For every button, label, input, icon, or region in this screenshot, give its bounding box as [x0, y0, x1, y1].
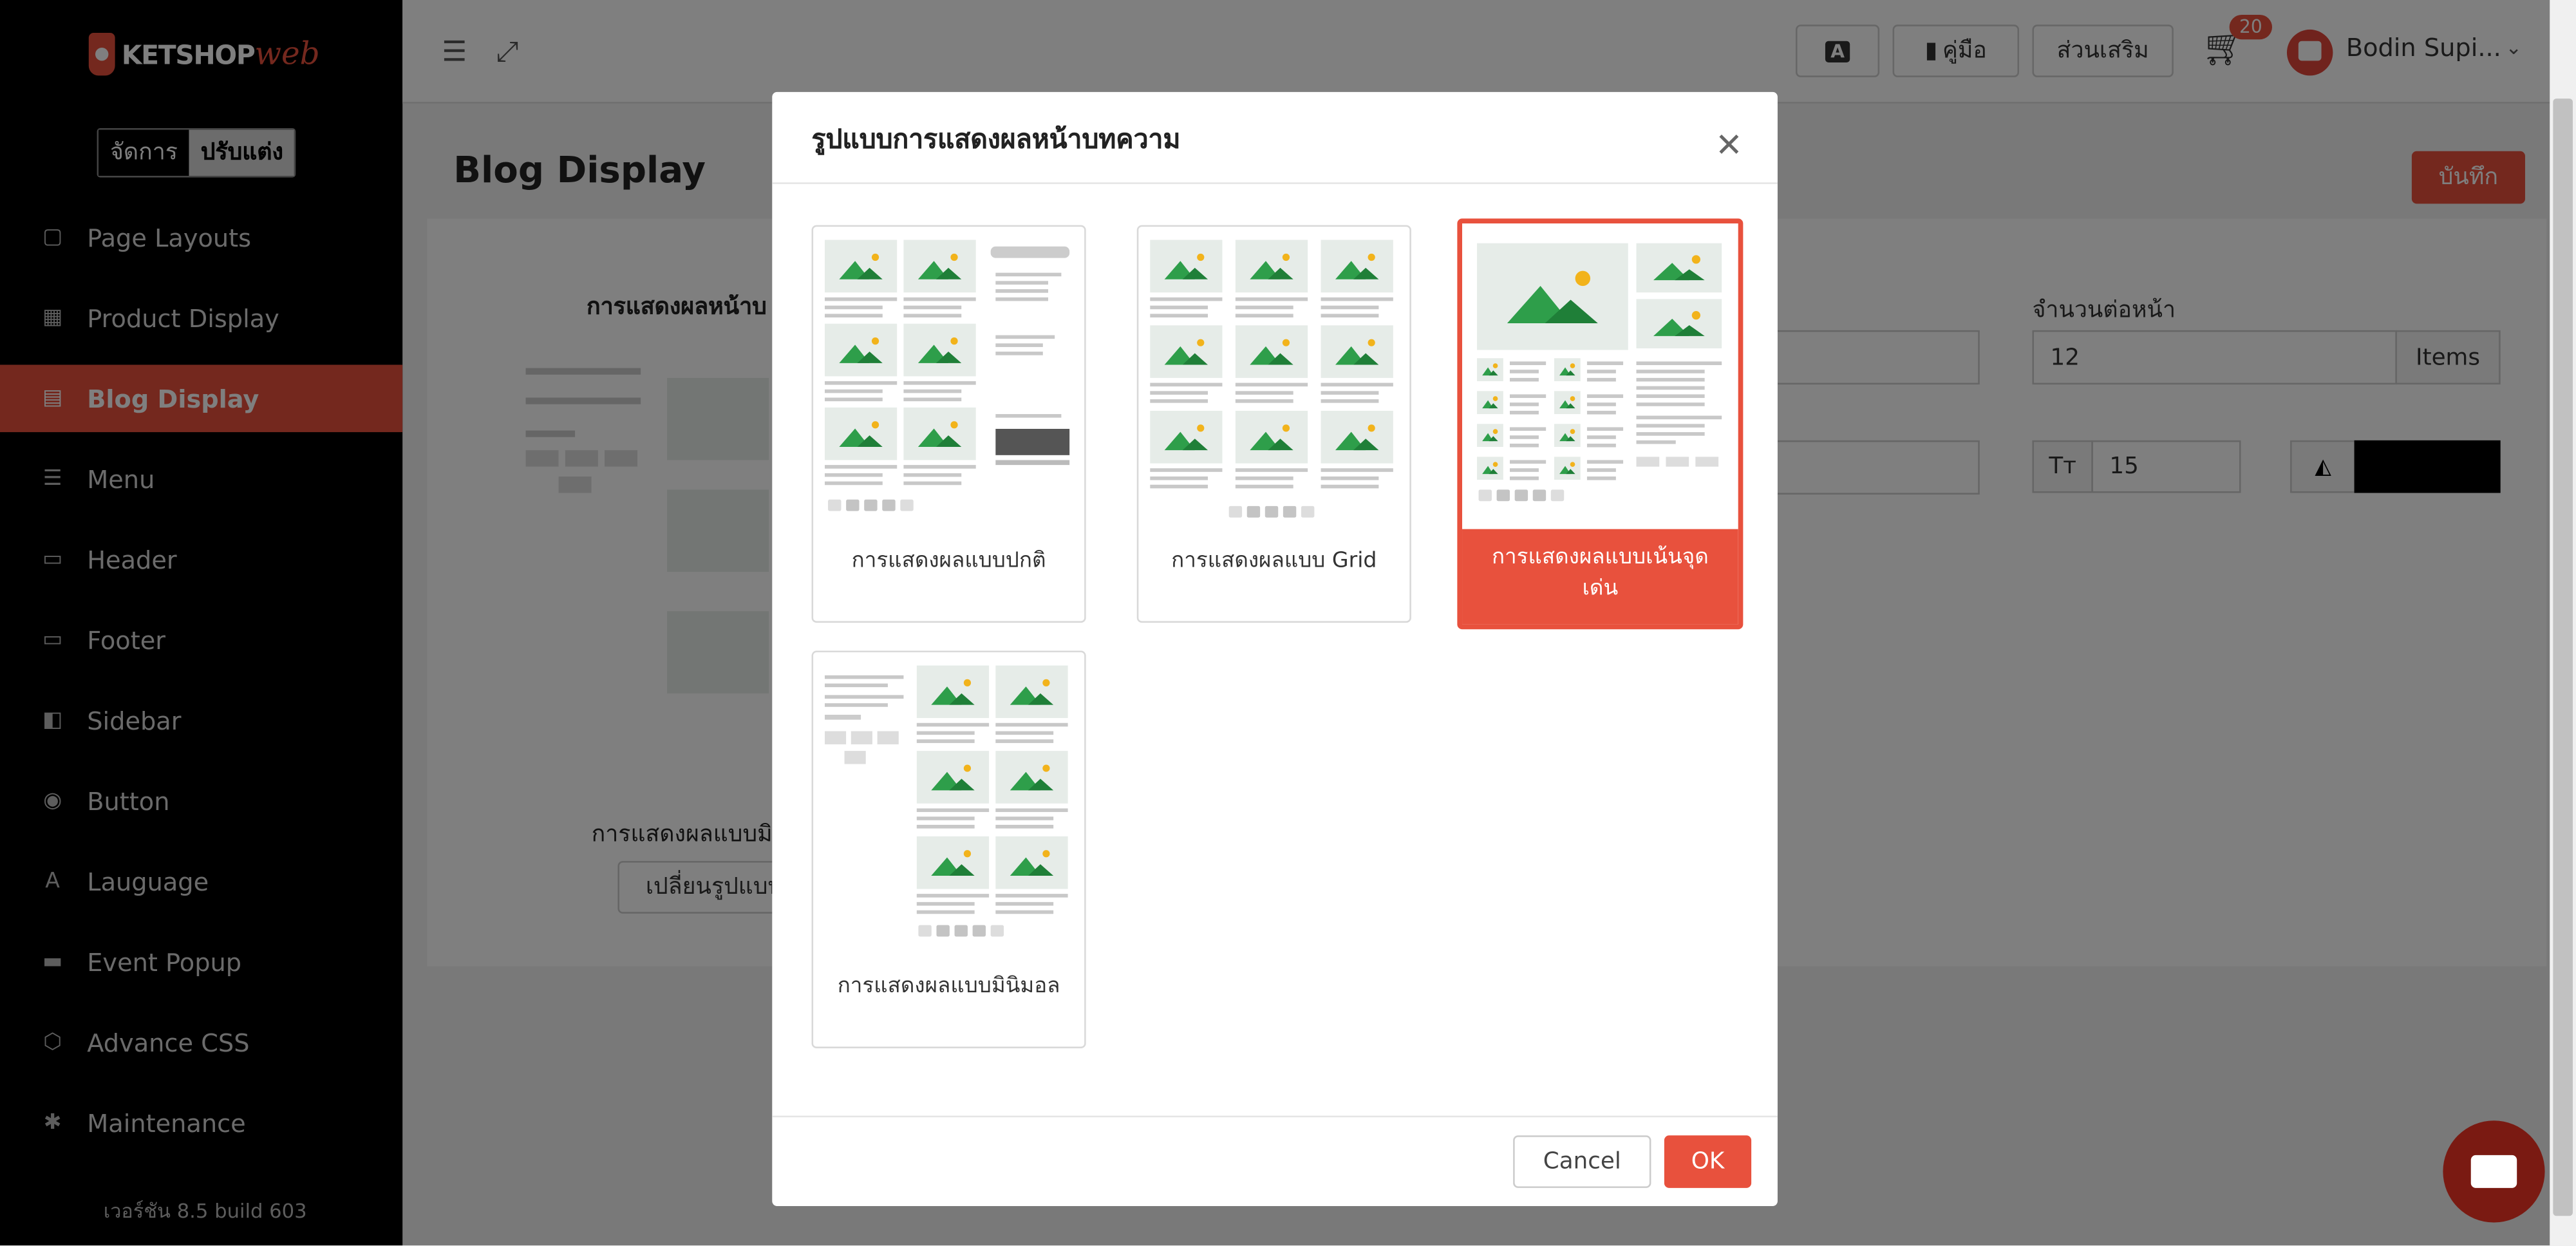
modal-header-divider: [772, 182, 1778, 184]
layout-thumbnail: [1476, 243, 1722, 502]
chat-bubble-icon[interactable]: [2443, 1120, 2545, 1223]
layout-thumbnail: [824, 665, 1068, 937]
layout-option-label: การแสดงผลแบบมินิมอล: [837, 974, 1060, 999]
layout-picker-modal: รูปแบบการแสดงผลหน้าบทความ ✕ การแสดงผลแบบ…: [772, 91, 1778, 1206]
layout-option-minimal[interactable]: การแสดงผลแบบมินิมอล: [811, 650, 1086, 1048]
layout-thumbnail: [824, 240, 1070, 511]
modal-title: รูปแบบการแสดงผลหน้าบทความ: [811, 123, 1181, 155]
layout-option-grid[interactable]: การแสดงผลแบบ Grid: [1136, 225, 1411, 623]
app-window: KETSHOP web จัดการ ปรับแต่ง ▢Page Layout…: [0, 0, 2576, 1246]
scrollbar-thumb[interactable]: [2553, 99, 2573, 1216]
layout-option-label: การแสดงผลแบบ Grid: [1171, 549, 1377, 574]
layout-option-label: การแสดงผลแบบปกติ: [851, 549, 1046, 574]
layout-thumbnail: [1150, 240, 1393, 518]
ok-button[interactable]: OK: [1664, 1135, 1752, 1188]
modal-footer-divider: [772, 1115, 1778, 1118]
close-icon[interactable]: ✕: [1715, 125, 1743, 164]
cancel-button[interactable]: Cancel: [1513, 1135, 1651, 1188]
layout-option-normal[interactable]: การแสดงผลแบบปกติ: [811, 225, 1086, 623]
layout-option-label: การแสดงผลแบบเน้นจุดเด่น: [1462, 529, 1738, 625]
layout-option-featured[interactable]: การแสดงผลแบบเน้นจุดเด่น: [1457, 218, 1744, 630]
